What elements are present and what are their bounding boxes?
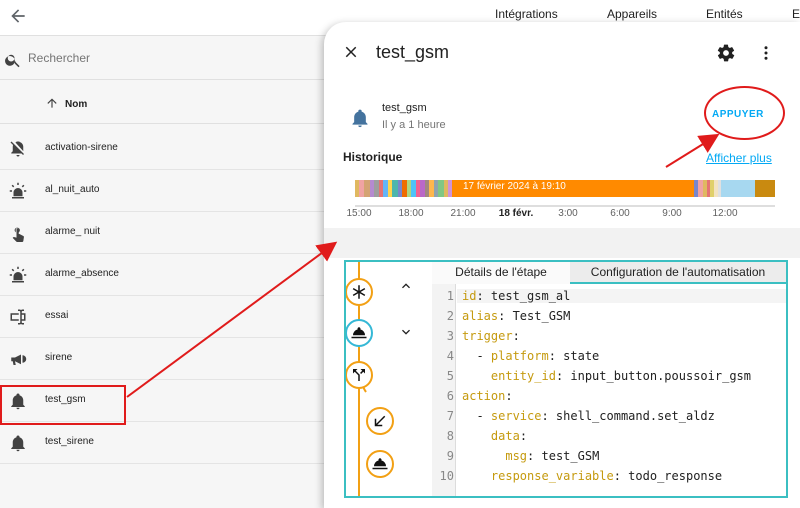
time-tick: 15:00 <box>346 208 372 219</box>
history-timeline[interactable]: 17 février 2024 à 19:10 <box>355 180 775 197</box>
bell-off-icon <box>10 141 24 157</box>
section-divider <box>324 228 800 258</box>
line-number: 6 <box>446 389 454 403</box>
time-tick: 18 févr. <box>498 208 534 219</box>
room-service-icon <box>351 327 367 339</box>
back-arrow-icon[interactable] <box>8 6 28 26</box>
trace-node-action[interactable] <box>346 319 373 347</box>
list-item-label: test_sirene <box>45 436 94 447</box>
line-number: 8 <box>446 429 454 443</box>
list-item[interactable]: alarme_absence <box>0 254 330 296</box>
code-line: id: test_gsm_al <box>457 289 786 303</box>
line-number: 7 <box>446 409 454 423</box>
tab-entities[interactable]: Entités <box>706 7 743 21</box>
bell-icon <box>11 435 25 452</box>
time-tick: 18:00 <box>398 208 424 219</box>
line-number: 2 <box>446 309 454 323</box>
close-icon[interactable] <box>342 43 360 61</box>
dialog-title: test_gsm <box>376 42 450 62</box>
list-item-label: alarme_absence <box>45 268 119 279</box>
more-vertical-icon[interactable] <box>757 43 775 63</box>
entity-name: test_gsm <box>382 102 427 114</box>
trace-node-branch[interactable] <box>366 407 394 435</box>
list-item-label: sirene <box>45 352 73 363</box>
list-item[interactable]: activation-sirene <box>0 128 330 170</box>
trace-node-choose[interactable] <box>346 361 373 389</box>
trace-node-action[interactable] <box>366 450 394 478</box>
alarm-light-icon <box>9 182 27 199</box>
time-axis <box>355 205 775 207</box>
entity-dialog: test_gsm test_gsm Il y a 1 heure APPUYER… <box>324 22 800 508</box>
list-item-label: activation-sirene <box>45 142 118 153</box>
search-bar <box>0 40 330 80</box>
time-tick: 3:00 <box>558 208 578 219</box>
alarm-light-icon <box>9 266 27 283</box>
timeline-light-segment <box>721 180 755 197</box>
tab-step-details[interactable]: Détails de l'étape <box>432 262 570 284</box>
list-item-label: alarme_ nuit <box>45 226 101 237</box>
list-item[interactable]: essai <box>0 296 330 338</box>
time-tick: 21:00 <box>450 208 476 219</box>
code-line: data: <box>490 429 528 443</box>
list-item[interactable]: alarme_ nuit <box>0 212 330 254</box>
time-tick: 9:00 <box>662 208 682 219</box>
form-textbox-icon <box>10 309 26 325</box>
code-line: - platform: state <box>462 349 600 363</box>
tab-automation-config[interactable]: Configuration de l'automatisation <box>570 262 786 284</box>
trace-graph[interactable] <box>346 262 431 496</box>
entity-last-changed: Il y a 1 heure <box>382 119 446 131</box>
line-number: 4 <box>446 349 454 363</box>
gear-icon[interactable] <box>716 43 736 63</box>
room-service-icon <box>372 458 388 470</box>
search-icon <box>5 54 20 68</box>
bullhorn-icon <box>11 354 27 365</box>
column-name-label: Nom <box>65 99 88 110</box>
code-line: trigger: <box>462 329 520 343</box>
line-number: 9 <box>446 449 454 463</box>
time-tick: 12:00 <box>712 208 738 219</box>
code-line: - service: shell_command.set_aldz <box>462 409 715 423</box>
chevron-up-icon[interactable] <box>398 278 414 294</box>
list-item-label: al_nuit_auto <box>45 184 100 195</box>
line-number: 10 <box>439 469 454 483</box>
chevron-down-icon[interactable] <box>398 324 414 340</box>
trace-node-trigger[interactable] <box>346 278 373 306</box>
tab-devices[interactable]: Appareils <box>607 7 657 21</box>
code-line: msg: test_GSM <box>505 449 600 463</box>
code-line: response_variable: todo_response <box>490 469 723 483</box>
timeline-tail-segment <box>755 180 775 197</box>
tab-integrations[interactable]: Intégrations <box>495 7 558 21</box>
gesture-tap-icon <box>12 227 24 242</box>
yaml-editor[interactable]: id: test_gsm_al alias: Test_GSM trigger:… <box>432 284 786 496</box>
highlight-box <box>0 385 126 425</box>
code-line: alias: Test_GSM <box>462 309 571 323</box>
timeline-tooltip-label: 17 février 2024 à 19:10 <box>463 181 566 192</box>
tab-overflow[interactable]: E <box>792 7 800 21</box>
time-tick: 6:00 <box>610 208 630 219</box>
call-split-icon <box>353 369 365 381</box>
code-line: entity_id: input_button.poussoir_gsm <box>490 369 752 383</box>
line-number: 1 <box>446 289 454 303</box>
list-item[interactable]: sirene <box>0 338 330 380</box>
search-input[interactable] <box>28 51 308 65</box>
list-item[interactable]: al_nuit_auto <box>0 170 330 212</box>
show-more-link[interactable]: Afficher plus <box>706 151 772 165</box>
arrow-bottom-left-icon <box>374 415 386 427</box>
line-number: 3 <box>446 329 454 343</box>
history-title: Historique <box>343 150 403 164</box>
asterisk-icon <box>352 285 366 299</box>
highlight-circle <box>704 86 785 140</box>
list-item-label: essai <box>45 310 69 321</box>
line-number: 5 <box>446 369 454 383</box>
automation-trace-panel: Détails de l'étape Configuration de l'au… <box>344 260 788 498</box>
code-line: action: <box>462 389 513 403</box>
bell-icon <box>352 109 368 128</box>
list-item[interactable]: test_sirene <box>0 422 330 464</box>
arrow-up-icon[interactable] <box>45 96 59 110</box>
